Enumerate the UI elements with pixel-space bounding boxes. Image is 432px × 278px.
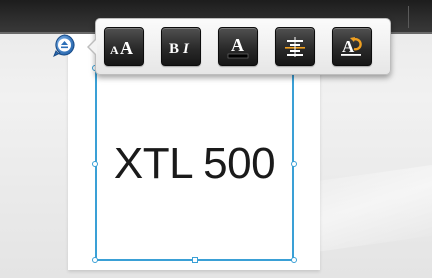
top-bar-divider <box>408 6 409 28</box>
eject-up-icon[interactable] <box>52 33 77 58</box>
svg-text:A: A <box>231 35 244 55</box>
bold-italic-icon: B I <box>169 41 190 57</box>
font-size-icon: A A <box>110 38 133 57</box>
format-toolbar: A A B I A A <box>87 18 391 75</box>
slide-text[interactable]: XTL 500 <box>95 138 294 190</box>
bold-italic-button[interactable]: B I <box>161 27 201 66</box>
svg-text:I: I <box>182 41 190 57</box>
resize-handle-bottom-left[interactable] <box>92 257 98 263</box>
undo-format-icon: A <box>341 36 362 56</box>
editor-stage: XTL 500 A A B I A A <box>0 0 432 278</box>
vertical-center-align-icon <box>285 36 305 57</box>
font-size-button[interactable]: A A <box>104 27 144 66</box>
resize-handle-bottom-right[interactable] <box>291 257 297 263</box>
font-color-icon: A <box>227 35 249 58</box>
svg-text:B: B <box>169 41 179 57</box>
reset-format-button[interactable]: A <box>332 27 372 66</box>
alignment-button[interactable] <box>275 27 315 66</box>
svg-text:A: A <box>120 38 133 57</box>
svg-text:A: A <box>110 43 119 57</box>
font-color-button[interactable]: A <box>218 27 258 66</box>
resize-handle-bottom[interactable] <box>192 257 198 263</box>
